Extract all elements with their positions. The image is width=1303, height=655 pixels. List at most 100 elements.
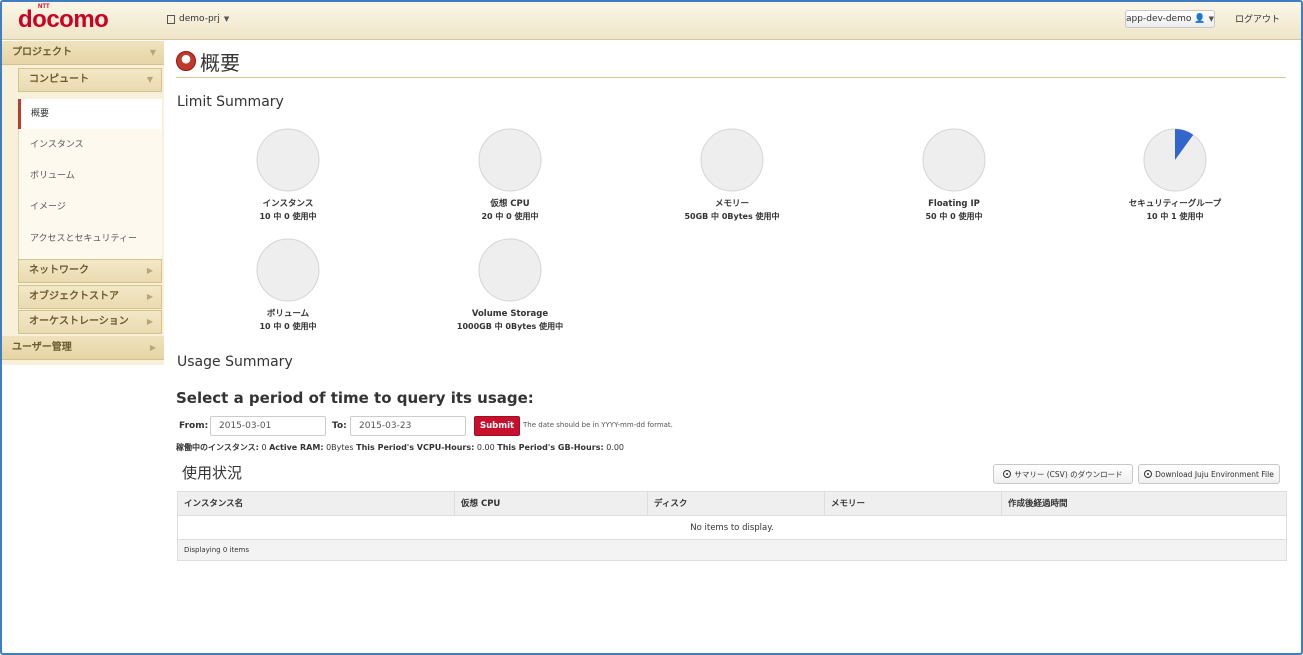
limit-usage: 50GB 中 0Bytes 使用中 [684,212,780,221]
to-date-input[interactable] [350,416,466,436]
limit-pie [478,128,542,192]
limit-summary-heading: Limit Summary [177,94,284,110]
chevron-right-icon: ▶ [149,343,156,352]
from-label: From: [179,421,209,431]
usage-table: インスタンス名 仮想 CPU ディスク メモリー 作成後経過時間 No item… [177,491,1287,561]
limit-chart: メモリー 50GB 中 0Bytes 使用中 [621,127,843,223]
limit-chart: 仮想 CPU 20 中 0 使用中 [399,127,621,223]
caret-down-icon: ▼ [1208,15,1214,23]
column-header-uptime[interactable]: 作成後経過時間 [1002,492,1286,515]
pie-background [922,128,986,192]
app-frame: NTT docomo demo-prj ▼ app-dev-demo 👤 ▼ ロ… [0,0,1303,655]
vcpu-hours-value: 0.00 [476,443,495,452]
limit-chart: Volume Storage 1000GB 中 0Bytes 使用中 [399,237,621,333]
table-footer: Displaying 0 items [178,540,1286,560]
chevron-down-icon: ▼ [146,75,153,84]
active-instances-value: 0 [261,443,267,452]
sidebar-item-images[interactable]: イメージ [18,192,162,222]
to-label: To: [332,421,347,431]
page-title-text: 概要 [200,50,240,75]
usage-stats: 稼働中のインスタンス: 0 Active RAM: 0Bytes This Pe… [176,442,624,453]
query-heading: Select a period of time to query its usa… [176,389,534,407]
pie-background [478,238,542,302]
active-ram-value: 0Bytes [326,443,354,452]
active-ram-label: Active RAM: [269,443,324,452]
sidebar-item-instances[interactable]: インスタンス [18,130,162,160]
pie-background [256,128,320,192]
sidebar-compute-label: コンピュート [29,74,89,85]
pie-background [700,128,764,192]
docomo-mascot-icon [176,51,196,71]
download-icon [1003,470,1012,478]
download-icon [1144,470,1153,478]
project-switcher[interactable]: demo-prj ▼ [167,14,229,24]
chevron-right-icon: ▶ [146,292,153,301]
sidebar-item-volumes[interactable]: ボリューム [18,161,162,191]
table-empty-row: No items to display. [178,516,1286,540]
limit-label: 仮想 CPU [490,199,530,209]
column-header-vcpu[interactable]: 仮想 CPU [455,492,648,515]
sidebar-item-overview[interactable]: 概要 [18,99,162,129]
sidebar-item-access-security[interactable]: アクセスとセキュリティー [18,224,162,254]
chevron-right-icon: ▶ [146,317,153,326]
active-instances-label: 稼働中のインスタンス: [176,443,259,452]
sidebar-project[interactable]: プロジェクト ▼ [2,41,164,65]
limit-usage: 10 中 0 使用中 [259,322,317,331]
page-title: 概要 [176,46,240,76]
download-juju-label: Download Juju Environment File [1155,469,1274,479]
sidebar-compute[interactable]: コンピュート ▼ [18,68,162,92]
chevron-right-icon: ▶ [146,266,153,275]
vcpu-hours-label: This Period's VCPU-Hours: [356,443,475,452]
limit-label: セキュリティーグループ [1128,199,1222,209]
pie-background [256,238,320,302]
date-format-hint: The date should be in YYYY-mm-dd format. [523,421,673,429]
project-icon [167,14,175,24]
project-name: demo-prj [179,14,220,24]
limit-label: Volume Storage [471,309,549,319]
limit-chart: ボリューム 10 中 0 使用中 [177,237,399,333]
sidebar-project-label: プロジェクト [12,47,72,58]
docomo-logo[interactable]: docomo [18,6,109,34]
user-icon: 👤 [1194,14,1206,24]
user-menu[interactable]: app-dev-demo 👤 ▼ [1125,10,1215,28]
limit-pie [256,238,320,302]
limit-pie [922,128,986,192]
sidebar-orchestration[interactable]: オーケストレーション ▶ [18,310,162,334]
sidebar-object-store[interactable]: オブジェクトストア ▶ [18,285,162,309]
download-csv-button[interactable]: サマリー (CSV) のダウンロード [993,464,1133,484]
sidebar-user-management[interactable]: ユーザー管理 ▶ [2,336,164,360]
download-csv-label: サマリー (CSV) のダウンロード [1014,469,1123,479]
sidebar-user-management-label: ユーザー管理 [12,342,72,353]
limit-chart: インスタンス 10 中 0 使用中 [177,127,399,223]
chevron-down-icon: ▼ [149,48,156,57]
limit-label: インスタンス [262,199,314,209]
limit-pie [700,128,764,192]
sidebar-object-store-label: オブジェクトストア [29,291,119,302]
from-date-input[interactable] [210,416,326,436]
column-header-memory[interactable]: メモリー [825,492,1002,515]
gb-hours-value: 0.00 [606,443,625,452]
column-header-disk[interactable]: ディスク [648,492,825,515]
limit-label: ボリューム [266,309,310,319]
limit-usage: 10 中 0 使用中 [259,212,317,221]
top-bar: NTT docomo demo-prj ▼ app-dev-demo 👤 ▼ ロ… [2,2,1301,40]
sidebar: プロジェクト ▼ コンピュート ▼ 概要 インスタンス ボリューム イメージ ア… [2,41,164,365]
title-divider [176,77,1286,78]
limit-label: メモリー [714,199,749,209]
limit-pie [1143,128,1207,192]
limit-usage: 10 中 1 使用中 [1146,212,1204,221]
gb-hours-label: This Period's GB-Hours: [497,443,604,452]
submit-button[interactable]: Submit [474,416,520,436]
limit-chart: Floating IP 50 中 0 使用中 [843,127,1065,223]
download-juju-button[interactable]: Download Juju Environment File [1138,464,1280,484]
usage-summary-heading: Usage Summary [177,354,293,370]
column-header-instance-name[interactable]: インスタンス名 [178,492,455,515]
sidebar-network[interactable]: ネットワーク ▶ [18,259,162,283]
limit-chart: セキュリティーグループ 10 中 1 使用中 [1064,127,1286,223]
sidebar-network-label: ネットワーク [29,265,89,276]
pie-background [478,128,542,192]
usage-title: 使用状況 [182,464,243,482]
logout-link[interactable]: ログアウト [1235,12,1280,25]
limit-usage: 50 中 0 使用中 [925,212,983,221]
sidebar-orchestration-label: オーケストレーション [29,316,129,327]
